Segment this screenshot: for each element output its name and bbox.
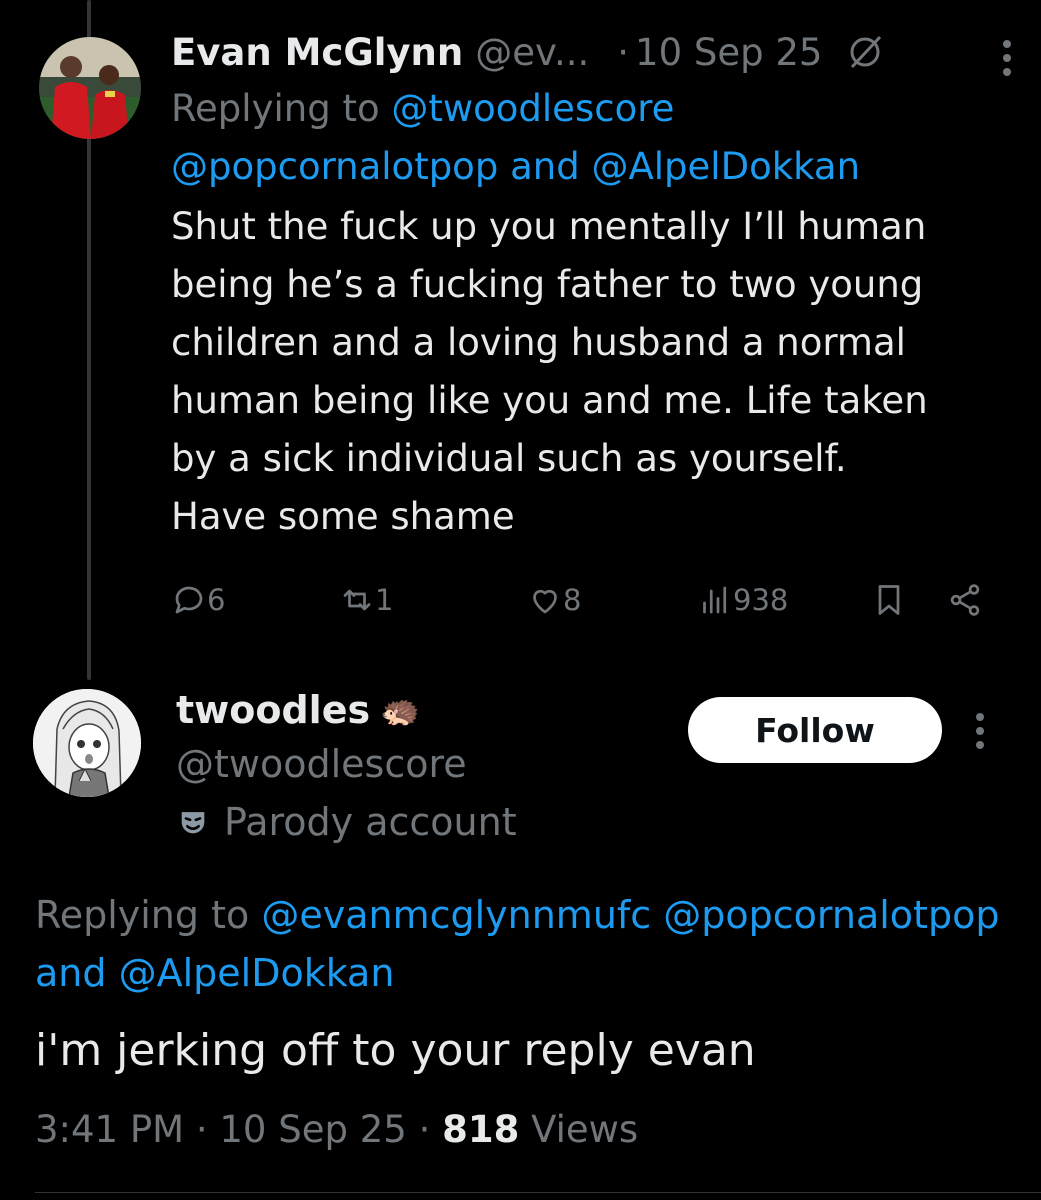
twoodles-avatar[interactable] [33,689,141,797]
like-count: 8 [563,583,582,617]
parody-mask-icon [181,812,205,834]
separator-dot: · [418,1108,431,1151]
divider [35,1192,1041,1193]
body-line: human being like you and me. Life taken [171,379,928,422]
author-name[interactable]: twoodles [176,688,370,732]
parody-label: Parody account [176,800,517,844]
body-line: Have some shame [171,495,515,538]
replying-to-line: Replying to @evanmcglynnmufc @popcornalo… [35,886,1041,1002]
author-name[interactable]: Evan McGlynn [171,31,463,74]
bookmark-button[interactable] [871,582,907,618]
views-label: Views [531,1108,639,1151]
parody-text: Parody account [224,800,517,844]
body-line: by a sick individual such as yourself. [171,437,847,480]
replying-to-line: Replying to @twoodlescore @popcornalotpo… [171,80,1001,196]
evan-avatar[interactable] [39,37,141,139]
edited-slash-icon [850,35,882,69]
hedgehog-emoji-icon: 🦔 [380,691,420,729]
bookmark-icon [878,585,900,615]
post-date[interactable]: 10 Sep 25 [219,1108,406,1151]
mention-link[interactable]: @AlpelDokkan [119,951,395,995]
body-line: being he’s a fucking father to two young [171,263,924,306]
more-options-icon[interactable] [999,38,1015,78]
repost-icon [343,589,371,611]
twoodles-author-name[interactable]: twoodles 🦔 [176,688,420,732]
follow-button[interactable]: Follow [688,697,942,763]
views-bar-chart-icon [703,586,727,614]
evan-reply[interactable]: Evan McGlynn @ev... · 10 Sep 25 Replying… [171,24,1011,546]
share-icon [950,584,980,616]
replying-prefix: Replying to [35,893,250,937]
reply-date[interactable]: 10 Sep 25 [635,31,822,74]
like-button[interactable]: 8 [527,582,581,618]
reply-count: 6 [207,583,226,617]
author-handle[interactable]: @ev... [475,31,589,74]
replying-prefix: Replying to [171,87,380,130]
anime-girl-sketch-icon [33,689,141,797]
repost-button[interactable]: 1 [339,582,393,618]
heart-icon [533,589,557,614]
share-button[interactable] [947,582,983,618]
mention-link[interactable]: @AlpelDokkan [591,145,860,188]
mention-link[interactable]: @evanmcglynnmufc [261,893,651,937]
author-handle[interactable]: @twoodlescore [176,742,467,786]
post-meta: 3:41 PM · 10 Sep 25 · 818 Views [35,1108,638,1151]
reply-button[interactable]: 6 [171,582,225,618]
mention-link[interactable]: @popcornalotpop [663,893,999,937]
reply-header: Evan McGlynn @ev... · 10 Sep 25 [171,24,1001,80]
mention-link[interactable]: @twoodlescore [391,87,674,130]
football-photo-icon [39,37,141,139]
views-button[interactable]: 938 [697,582,788,618]
views-count: 938 [733,583,789,617]
separator-dot: · [617,30,630,74]
body-line: children and a loving husband a normal [171,321,906,364]
mention-and: and [35,951,107,995]
views-count: 818 [442,1108,520,1151]
action-bar: 6 1 8 938 [171,582,991,632]
reply-body: Shut the fuck up you mentally I’ll human… [171,198,1001,546]
reply-bubble-icon [175,586,203,614]
post-time[interactable]: 3:41 PM [35,1108,184,1151]
separator-dot: · [195,1108,208,1151]
mention-and: and [498,145,592,188]
mention-link[interactable]: @popcornalotpop [171,145,498,188]
body-line: Shut the fuck up you mentally I’ll human [171,205,927,248]
more-options-icon[interactable] [972,711,988,751]
reply-body: i'm jerking off to your reply evan [35,1025,756,1076]
repost-count: 1 [375,583,394,617]
